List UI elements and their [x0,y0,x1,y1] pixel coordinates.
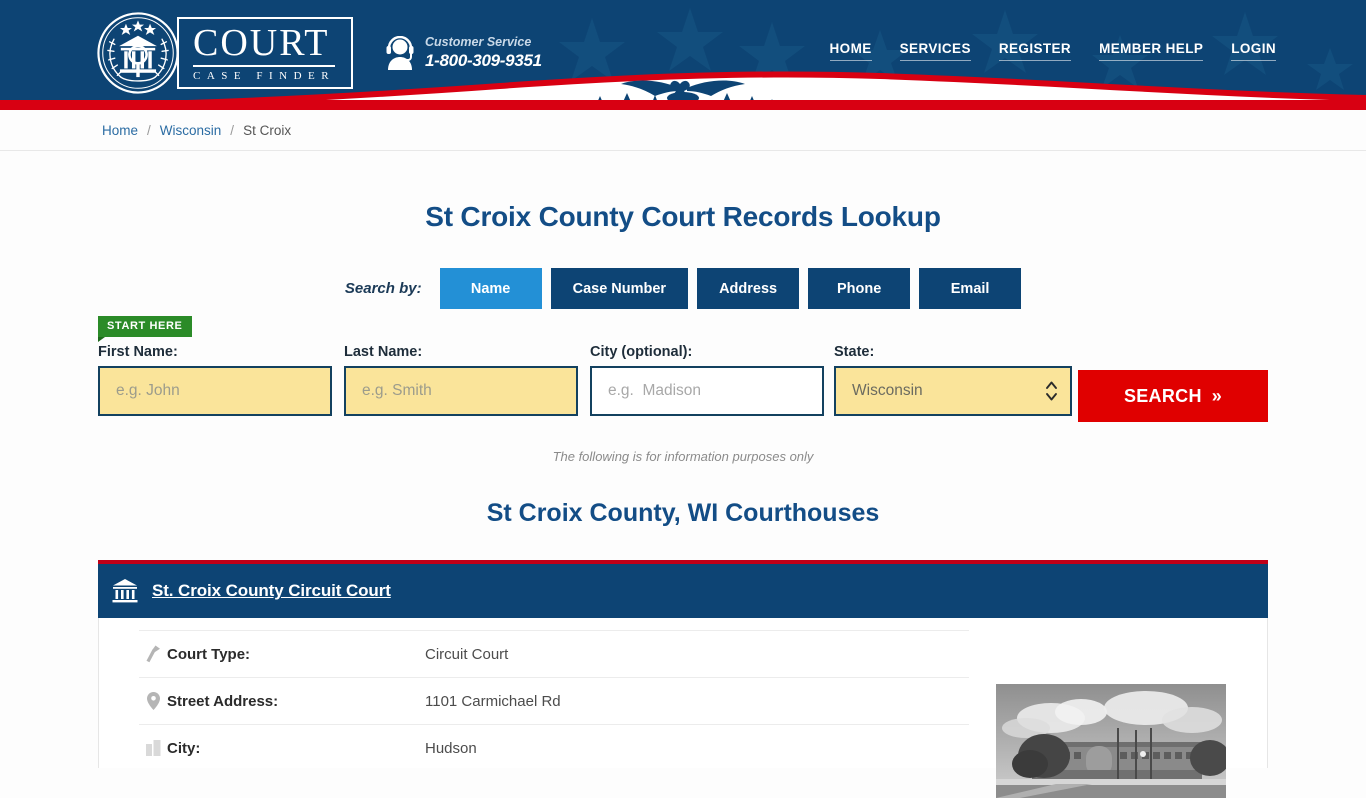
nav-services[interactable]: SERVICES [899,41,971,61]
first-name-field-group: First Name: [98,344,332,416]
table-row: City: Hudson [139,724,969,771]
city-icon [139,740,167,756]
nav-home[interactable]: HOME [829,41,872,61]
state-label: State: [834,344,875,360]
court-name-link[interactable]: St. Croix County Circuit Court [152,581,391,601]
logo-wordmark: COURT CASE FINDER [177,17,354,89]
court-details-table: Court Type: Circuit Court Street Address… [139,618,969,771]
breadcrumb-current: St Croix [243,122,292,138]
city-field-group: City (optional): [590,344,824,416]
breadcrumb-home[interactable]: Home [102,123,138,138]
court-card-body: Court Type: Circuit Court Street Address… [98,618,1268,798]
court-seal-icon [97,12,179,94]
search-by-tabs: Search by: Name Case Number Address Phon… [0,268,1366,309]
tab-name[interactable]: Name [439,268,542,309]
first-name-input[interactable] [98,366,332,416]
tab-address[interactable]: Address [697,268,800,309]
tab-email[interactable]: Email [919,268,1022,309]
site-logo[interactable]: COURT CASE FINDER [95,10,354,96]
breadcrumb-wisconsin[interactable]: Wisconsin [160,123,222,138]
tab-phone[interactable]: Phone [808,268,911,309]
detail-label: Street Address: [167,692,279,710]
search-by-label: Search by: [344,280,422,297]
detail-value: Circuit Court [425,645,509,663]
header-red-stripe [0,100,1366,110]
search-button-label: SEARCH [1123,385,1202,406]
logo-casefinder-text: CASE FINDER [193,70,336,82]
courthouse-icon [112,579,138,603]
table-row: Street Address: 1101 Carmichael Rd [139,677,969,724]
disclaimer-text: The following is for information purpose… [552,449,814,464]
site-header: COURT CASE FINDER Customer Service 1-800… [0,0,1366,100]
gavel-icon [139,645,167,663]
last-name-input[interactable] [344,366,578,416]
breadcrumb: Home / Wisconsin / St Croix [102,123,291,138]
detail-label: City: [167,739,201,757]
nav-login[interactable]: LOGIN [1231,41,1276,61]
courthouses-section-title: St Croix County, WI Courthouses [486,499,880,527]
city-label: City (optional): [590,344,693,360]
detail-label: Court Type: [167,645,251,663]
court-card: St. Croix County Circuit Court Court Typ… [98,560,1268,798]
start-here-badge: START HERE [98,316,193,343]
breadcrumb-separator-1: / [147,122,151,138]
city-input[interactable] [590,366,824,416]
courthouse-photo-image [996,684,1226,798]
customer-service-block: Customer Service 1-800-309-9351 [385,34,542,72]
detail-value: Hudson [425,739,477,757]
state-field-group: State: Wisconsin [834,344,1072,416]
breadcrumb-bar: Home / Wisconsin / St Croix [0,110,1366,151]
customer-service-phone[interactable]: 1-800-309-9351 [425,50,542,71]
state-select[interactable]: Wisconsin [834,366,1072,416]
headset-agent-icon [386,35,414,70]
court-card-header: St. Croix County Circuit Court [98,564,1268,618]
main-navigation: HOME SERVICES REGISTER MEMBER HELP LOGIN [829,41,1276,61]
nav-member-help[interactable]: MEMBER HELP [1099,41,1204,61]
search-button[interactable]: SEARCH » [1078,370,1268,422]
last-name-label: Last Name: [344,344,423,360]
detail-value: 1101 Carmichael Rd [425,692,561,710]
logo-court-text: COURT [193,24,336,67]
courthouse-photo [996,684,1226,798]
first-name-label: First Name: [98,344,178,360]
last-name-field-group: Last Name: [344,344,578,416]
nav-register[interactable]: REGISTER [998,41,1072,61]
page-title: St Croix County Court Records Lookup [425,201,941,232]
state-select-wrap[interactable]: Wisconsin [834,366,1072,416]
customer-service-label: Customer Service [425,35,532,49]
tab-case-number[interactable]: Case Number [550,268,689,309]
breadcrumb-separator-2: / [230,122,235,138]
double-chevron-right-icon: » [1211,385,1223,406]
map-pin-icon [139,692,167,710]
table-row: Court Type: Circuit Court [139,630,969,677]
